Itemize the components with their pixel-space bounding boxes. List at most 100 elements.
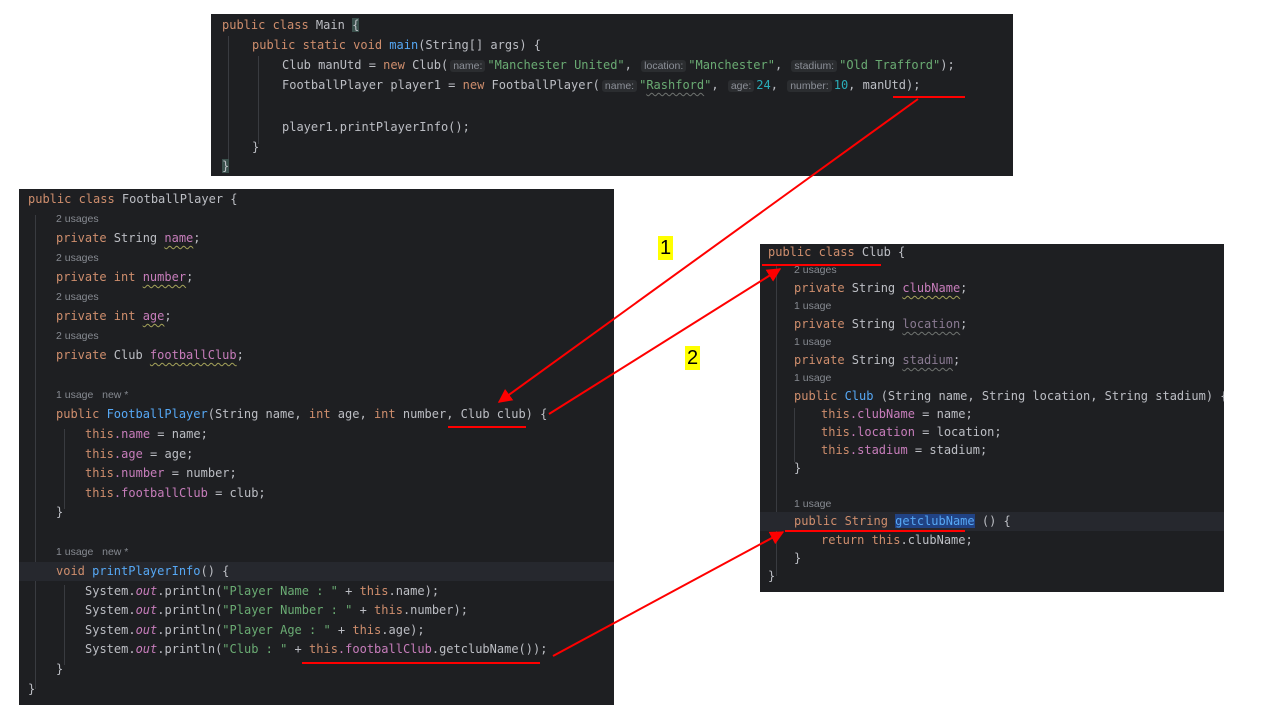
code-line: this.number = number;	[85, 466, 237, 480]
type: String	[113, 231, 165, 245]
code-text: .name);	[388, 584, 440, 598]
code-text: ,	[711, 78, 719, 92]
brace: {	[352, 18, 360, 32]
keyword: this	[85, 486, 114, 500]
keyword: private	[794, 317, 852, 331]
string-literal: "Player Number : "	[222, 603, 353, 617]
indent-guide	[258, 56, 259, 144]
field-name: number	[142, 270, 187, 284]
method-name-selected[interactable]: getclubName	[895, 514, 975, 528]
type: String	[851, 281, 903, 295]
keyword: private	[56, 231, 114, 245]
code-line: public Club (String name, String locatio…	[794, 387, 1224, 406]
string-literal: "Player Age : "	[222, 623, 331, 637]
code-line: private int number;	[56, 268, 614, 287]
code-text: Club(	[404, 58, 449, 72]
code-text: .println(	[157, 603, 223, 617]
code-text: .getclubName());	[431, 642, 548, 656]
code-text: ,	[770, 78, 778, 92]
indent-guide	[64, 585, 65, 665]
code-text: ;	[960, 281, 968, 295]
code-text: System.	[85, 603, 136, 617]
indent-guide	[228, 36, 229, 160]
param-hint: name:	[601, 80, 638, 92]
field-name: footballClub	[121, 486, 208, 500]
string-literal: "Club : "	[222, 642, 288, 656]
code-line: System.out.println("Club : " + this.foot…	[85, 640, 614, 659]
field-name: .clubName	[849, 407, 915, 421]
type: String	[851, 353, 903, 367]
code-line: this.location = location;	[821, 423, 1224, 442]
code-text: ,	[774, 58, 783, 72]
string-literal: "Old Trafford"	[839, 58, 941, 72]
keyword: public String	[794, 514, 896, 528]
code-text: = club;	[207, 486, 266, 500]
static-field: out	[135, 642, 158, 656]
keyword: public static void	[252, 38, 390, 52]
keyword: return	[821, 533, 872, 547]
keyword: int	[113, 270, 143, 284]
code-text: ,	[624, 58, 632, 72]
code-line: this.footballClub = club;	[85, 486, 266, 500]
football-player-code-panel: public class FootballPlayer { 2 usages p…	[19, 189, 614, 705]
field-name: footballClub	[149, 348, 237, 362]
code-line: Club manUtd = new Club(name: "Manchester …	[282, 56, 1013, 75]
string-literal: Rashford	[646, 78, 705, 92]
code-line: public static void main(String[] args) {	[252, 36, 1013, 55]
static-field: out	[135, 584, 158, 598]
keyword: new	[383, 58, 405, 72]
string-literal: "Player Name : "	[222, 584, 338, 598]
indent-guide	[35, 215, 36, 689]
keyword: this	[821, 425, 850, 439]
code-text: ;	[236, 348, 244, 362]
constructor-name: FootballPlayer	[106, 407, 208, 421]
keyword: this	[85, 466, 114, 480]
code-line: }	[28, 680, 614, 699]
number-literal: 10	[833, 78, 849, 92]
type: Club	[113, 348, 150, 362]
code-text: = age;	[142, 447, 194, 461]
code-text: +	[352, 603, 375, 617]
param-hint: age:	[727, 80, 755, 92]
keyword: this	[374, 603, 403, 617]
keyword: void	[56, 564, 93, 578]
code-line: private int age;	[56, 307, 614, 326]
keyword: int	[113, 309, 143, 323]
keyword: private	[794, 353, 852, 367]
param-hint: stadium:	[791, 60, 838, 72]
keyword: this	[309, 642, 338, 656]
code-text: Club manUtd =	[282, 58, 384, 72]
keyword: public	[794, 389, 845, 403]
type: String	[851, 317, 903, 331]
indent-guide	[64, 429, 65, 509]
keyword: public class	[222, 18, 316, 32]
method-name: main	[389, 38, 419, 52]
code-text: ;	[193, 231, 201, 245]
code-line: FootballPlayer player1 = new FootballPla…	[282, 76, 1013, 95]
code-text: +	[337, 584, 360, 598]
brace: }	[794, 461, 802, 475]
code-text: ;	[186, 270, 194, 284]
param-hint: name:	[450, 60, 486, 72]
keyword: this	[359, 584, 389, 598]
main-code-panel: public class Main { public static void m…	[211, 14, 1013, 176]
keyword: int	[308, 407, 331, 421]
code-text: = number;	[164, 466, 237, 480]
code-line: System.out.println("Player Number : " + …	[85, 601, 614, 620]
class-name: FootballPlayer {	[121, 192, 238, 206]
code-text: ;	[960, 317, 968, 331]
brace: }	[794, 551, 802, 565]
field-name: .location	[849, 425, 915, 439]
keyword: this	[871, 533, 901, 547]
code-line: private String stadium;	[794, 351, 1224, 370]
code-text: FootballPlayer(	[484, 78, 600, 92]
code-line: private String clubName;	[794, 279, 1224, 298]
step-label-2: 2	[685, 346, 701, 370]
keyword: this	[85, 427, 114, 441]
brace: }	[768, 569, 776, 583]
field-name: clubName	[902, 281, 961, 295]
code-line: private String location;	[794, 315, 1224, 334]
code-text: );	[940, 58, 955, 72]
keyword: this	[352, 623, 382, 637]
field-name: .stadium	[849, 443, 908, 457]
